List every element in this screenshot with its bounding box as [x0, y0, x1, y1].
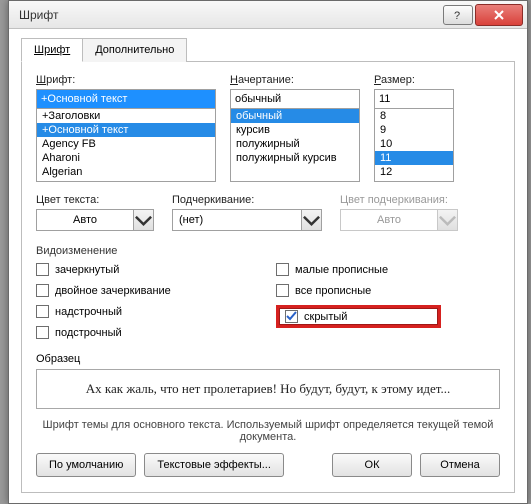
underline-combo[interactable]: (нет): [172, 209, 322, 231]
color-combo[interactable]: Авто: [36, 209, 154, 231]
checkbox-box: [36, 326, 49, 339]
theme-note: Шрифт темы для основного текста. Использ…: [36, 419, 500, 443]
client-area: Шрифт Дополнительно Шрифт: +Основной тек…: [9, 29, 527, 503]
checkbox-box: [285, 310, 298, 323]
chevron-down-icon[interactable]: [133, 210, 153, 230]
size-input[interactable]: 11: [374, 89, 454, 109]
style-label: Начертание:: [230, 74, 360, 86]
help-button[interactable]: ?: [443, 5, 473, 25]
checkbox-box: [36, 305, 49, 318]
window-title: Шрифт: [19, 8, 441, 22]
ulcolor-combo: Авто: [340, 209, 458, 231]
list-item[interactable]: 8: [375, 109, 453, 123]
close-icon: [493, 9, 505, 21]
tab-strip: Шрифт Дополнительно: [21, 37, 515, 62]
list-item[interactable]: курсив: [231, 123, 359, 137]
list-item[interactable]: 10: [375, 137, 453, 151]
checkbox-box: [276, 284, 289, 297]
chevron-down-icon: [437, 210, 457, 230]
list-item[interactable]: 9: [375, 123, 453, 137]
underline-label: Подчеркивание:: [172, 194, 322, 206]
checkbox-box: [36, 284, 49, 297]
titlebar: Шрифт ?: [9, 1, 527, 29]
preview-label: Образец: [36, 353, 80, 365]
size-label: Размер:: [374, 74, 454, 86]
subscript-checkbox[interactable]: подстрочный: [36, 326, 246, 339]
dstrike-checkbox[interactable]: двойное зачеркивание: [36, 284, 246, 297]
list-item[interactable]: +Основной текст: [37, 123, 215, 137]
size-list[interactable]: 8 9 10 11 12: [374, 108, 454, 182]
smallcaps-checkbox[interactable]: малые прописные: [276, 263, 441, 276]
tab-font[interactable]: Шрифт: [21, 38, 83, 62]
checkbox-box: [276, 263, 289, 276]
text-effects-button[interactable]: Текстовые эффекты...: [144, 453, 284, 477]
color-label: Цвет текста:: [36, 194, 154, 206]
tab-advanced[interactable]: Дополнительно: [82, 38, 187, 62]
list-item[interactable]: полужирный: [231, 137, 359, 151]
help-icon: ?: [452, 9, 464, 21]
checkbox-box: [36, 263, 49, 276]
style-input[interactable]: обычный: [230, 89, 360, 109]
font-dialog: Шрифт ? Шрифт Дополнительно Шрифт: +Осно…: [8, 0, 528, 504]
list-item[interactable]: обычный: [231, 109, 359, 123]
list-item[interactable]: Algerian: [37, 165, 215, 179]
superscript-checkbox[interactable]: надстрочный: [36, 305, 246, 318]
tab-font-panel: Шрифт: +Основной текст +Заголовки +Основ…: [21, 62, 515, 493]
list-item[interactable]: 11: [375, 151, 453, 165]
preview-box: Ах как жаль, что нет пролетариев! Но буд…: [36, 369, 500, 409]
list-item[interactable]: Agency FB: [37, 137, 215, 151]
close-button[interactable]: [475, 4, 523, 26]
list-item[interactable]: 12: [375, 165, 453, 179]
allcaps-checkbox[interactable]: все прописные: [276, 284, 441, 297]
hidden-checkbox[interactable]: скрытый: [276, 305, 441, 328]
ulcolor-label: Цвет подчеркивания:: [340, 194, 458, 206]
cancel-button[interactable]: Отмена: [420, 453, 500, 477]
strike-checkbox[interactable]: зачеркнутый: [36, 263, 246, 276]
list-item[interactable]: +Заголовки: [37, 109, 215, 123]
effects-group-label: Видоизменение: [36, 245, 500, 257]
list-item[interactable]: Aharoni: [37, 151, 215, 165]
chevron-down-icon[interactable]: [301, 210, 321, 230]
font-list[interactable]: +Заголовки +Основной текст Agency FB Aha…: [36, 108, 216, 182]
list-item[interactable]: полужирный курсив: [231, 151, 359, 165]
svg-text:?: ?: [454, 10, 460, 21]
style-list[interactable]: обычный курсив полужирный полужирный кур…: [230, 108, 360, 182]
font-label: Шрифт:: [36, 74, 216, 86]
ok-button[interactable]: ОК: [332, 453, 412, 477]
font-input[interactable]: +Основной текст: [36, 89, 216, 109]
default-button[interactable]: По умолчанию: [36, 453, 136, 477]
